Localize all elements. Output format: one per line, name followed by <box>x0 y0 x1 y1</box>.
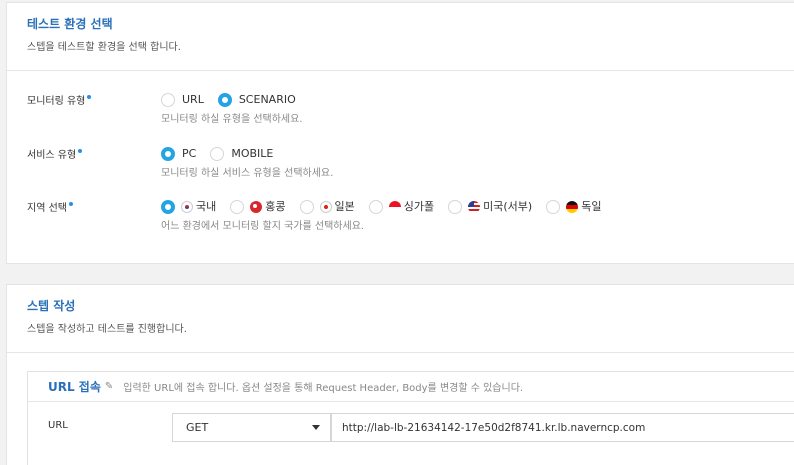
radio-usa[interactable] <box>448 200 463 214</box>
service-type-options: PC MOBILE <box>161 145 287 163</box>
step-writing-title: 스텝 작성 <box>27 299 76 313</box>
url-access-header: URL 접속 ✎ 입력한 URL에 접속 합니다. 옵션 설정을 통해 Requ… <box>28 372 794 402</box>
region-hongkong-label: 홍콩 <box>265 200 286 213</box>
service-type-hint: 모니터링 하실 서비스 유형을 선택하세요. <box>161 168 334 179</box>
radio-germany[interactable] <box>546 200 561 214</box>
required-dot-icon <box>68 202 73 206</box>
flag-hongkong-icon <box>250 201 263 213</box>
test-environment-panel: 테스트 환경 선택 스텝을 테스트할 환경을 선택 합니다. 모니터링 유형 U… <box>6 2 794 264</box>
http-method-value: GET <box>186 421 209 434</box>
region-row: 지역 선택 국내 홍콩 일본 싱가폴 미국(서부) 독일 어느 환경에서 모니터… <box>27 198 794 238</box>
service-type-pc-label: PC <box>182 147 197 160</box>
region-option-japan[interactable]: 일본 <box>299 200 355 214</box>
region-germany-label: 독일 <box>581 200 602 213</box>
region-option-usa[interactable]: 미국(서부) <box>448 200 532 214</box>
monitoring-type-scenario-label: SCENARIO <box>238 93 296 106</box>
required-dot-icon <box>87 95 92 99</box>
monitoring-type-option-url[interactable]: URL <box>161 93 204 107</box>
url-access-description: 입력한 URL에 접속 합니다. 옵션 설정을 통해 Request Heade… <box>123 383 524 394</box>
test-environment-subtitle: 스텝을 테스트할 환경을 선택 합니다. <box>27 42 181 53</box>
region-option-germany[interactable]: 독일 <box>546 200 601 214</box>
monitoring-type-hint: 모니터링 하실 유형을 선택하세요. <box>161 114 303 125</box>
url-label: URL <box>48 420 68 431</box>
test-environment-header: 테스트 환경 선택 스텝을 테스트할 환경을 선택 합니다. <box>7 3 794 71</box>
required-dot-icon <box>78 149 83 153</box>
url-access-step: URL 접속 ✎ 입력한 URL에 접속 합니다. 옵션 설정을 통해 Requ… <box>27 371 794 465</box>
region-option-korea[interactable]: 국내 <box>161 200 216 214</box>
service-type-row: 서비스 유형 PC MOBILE 모니터링 하실 서비스 유형을 선택하세요. <box>27 145 794 185</box>
http-method-select[interactable]: GET <box>172 413 331 442</box>
region-korea-label: 국내 <box>196 200 217 213</box>
flag-japan-icon <box>319 201 332 213</box>
step-writing-subtitle: 스텝을 작성하고 테스트를 진행합니다. <box>27 324 187 335</box>
region-options: 국내 홍콩 일본 싱가폴 미국(서부) 독일 <box>161 198 615 216</box>
chevron-down-icon <box>312 425 320 430</box>
flag-germany-icon <box>566 201 579 213</box>
radio-singapore[interactable] <box>368 200 383 214</box>
test-environment-title: 테스트 환경 선택 <box>27 17 113 31</box>
step-writing-header: 스텝 작성 스텝을 작성하고 테스트를 진행합니다. <box>7 285 794 353</box>
url-input[interactable] <box>331 413 794 442</box>
monitoring-type-options: URL SCENARIO <box>161 91 310 109</box>
step-writing-panel: 스텝 작성 스텝을 작성하고 테스트를 진행합니다. URL 접속 ✎ 입력한 … <box>6 284 794 465</box>
radio-japan[interactable] <box>299 200 314 214</box>
url-row: URL GET <box>28 403 794 451</box>
radio-mobile[interactable] <box>210 147 225 161</box>
monitoring-type-url-label: URL <box>182 93 204 106</box>
radio-pc[interactable] <box>161 147 175 161</box>
service-type-label: 서비스 유형 <box>27 149 83 163</box>
service-type-mobile-label: MOBILE <box>231 147 274 160</box>
radio-hongkong[interactable] <box>230 200 245 214</box>
flag-singapore-icon <box>388 201 401 213</box>
url-access-title: URL 접속 <box>48 380 101 394</box>
region-singapore-label: 싱가폴 <box>403 200 435 213</box>
radio-korea[interactable] <box>161 200 175 214</box>
pencil-icon[interactable]: ✎ <box>105 381 113 392</box>
monitoring-type-label: 모니터링 유형 <box>27 95 92 109</box>
monitoring-type-row: 모니터링 유형 URL SCENARIO 모니터링 하실 유형을 선택하세요. <box>27 91 794 131</box>
flag-usa-icon <box>468 201 481 213</box>
region-japan-label: 일본 <box>334 200 355 213</box>
flag-korea-icon <box>181 201 193 213</box>
region-option-singapore[interactable]: 싱가폴 <box>368 200 435 214</box>
radio-url[interactable] <box>161 93 175 107</box>
service-type-option-pc[interactable]: PC <box>161 147 196 161</box>
radio-scenario[interactable] <box>217 93 232 107</box>
service-type-option-mobile[interactable]: MOBILE <box>210 147 273 161</box>
region-hint: 어느 환경에서 모니터링 할지 국가를 선택하세요. <box>161 221 365 232</box>
region-label: 지역 선택 <box>27 202 73 216</box>
monitoring-type-option-scenario[interactable]: SCENARIO <box>217 93 296 107</box>
region-usa-label: 미국(서부) <box>483 200 533 213</box>
region-option-hongkong[interactable]: 홍콩 <box>230 200 286 214</box>
